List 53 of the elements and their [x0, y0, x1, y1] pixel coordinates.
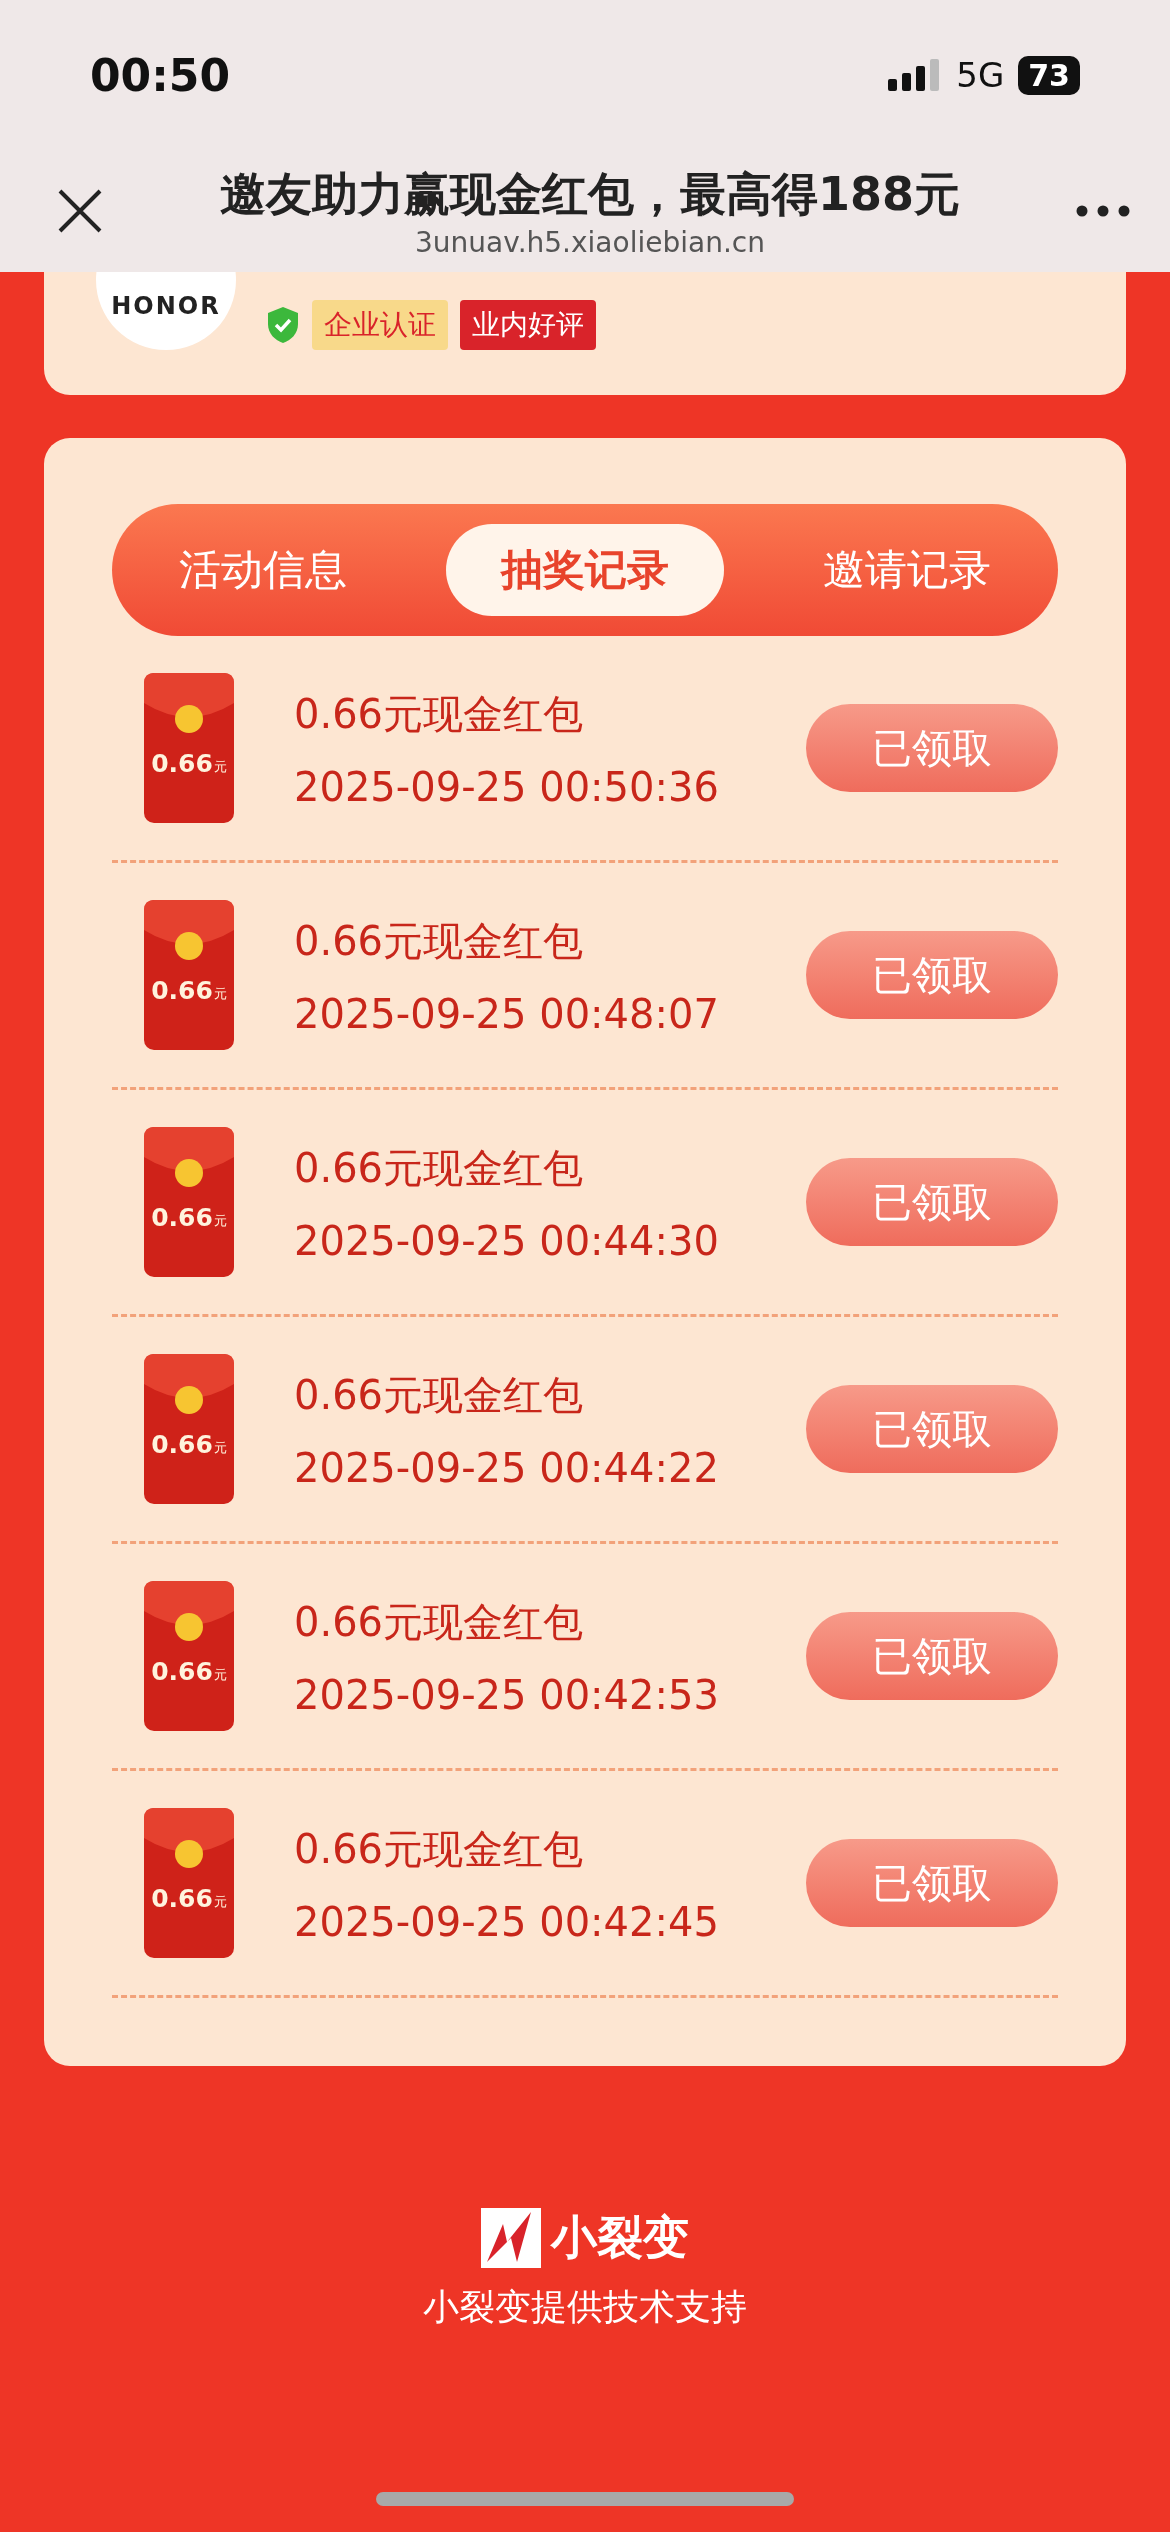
tab[interactable]: 抽奖记录 [446, 524, 724, 616]
lightning-logo-icon [481, 2207, 541, 2268]
envelope-icon [144, 1127, 234, 1277]
envelope-unit: 元 [213, 1666, 227, 1684]
record-time: 2025-09-25 00:50:36 [294, 763, 720, 810]
envelope-amount: 0.66 [151, 1429, 213, 1459]
status-time: 00:50 [90, 49, 231, 101]
envelope-icon [144, 900, 234, 1050]
close-button[interactable] [56, 187, 104, 235]
envelope-unit: 元 [213, 1893, 227, 1911]
record-time: 2025-09-25 00:44:30 [294, 1217, 720, 1264]
page-url: 3unuav.h5.xiaoliebian.cn [415, 225, 765, 259]
envelope-amount: 0.66 [151, 1883, 213, 1913]
brand-badge: 企业认证 [312, 300, 448, 350]
claimed-button[interactable]: 已领取 [806, 1158, 1058, 1246]
brand-badge: 业内好评 [460, 300, 596, 350]
footer-brand: 小裂变 [551, 2208, 689, 2266]
record-title: 0.66元现金红包 [294, 1370, 585, 1420]
logo-text: HONOR [111, 292, 221, 320]
envelope-icon [144, 673, 234, 823]
record-title: 0.66元现金红包 [294, 689, 585, 739]
more-button[interactable] [1076, 205, 1130, 217]
shield-check-icon [266, 306, 300, 344]
envelope-icon [144, 1581, 234, 1731]
record-title: 0.66元现金红包 [294, 916, 585, 966]
envelope-amount: 0.66 [151, 975, 213, 1005]
record-time: 2025-09-25 00:44:22 [294, 1444, 720, 1491]
tab[interactable]: 活动信息 [124, 524, 402, 616]
tab[interactable]: 邀请记录 [768, 524, 1046, 616]
record-title: 0.66元现金红包 [294, 1143, 585, 1193]
envelope-amount: 0.66 [151, 1656, 213, 1686]
claimed-button[interactable]: 已领取 [806, 931, 1058, 1019]
claimed-button[interactable]: 已领取 [806, 1385, 1058, 1473]
record-title: 0.66元现金红包 [294, 1824, 585, 1874]
envelope-icon [144, 1808, 234, 1958]
record-time: 2025-09-25 00:48:07 [294, 990, 720, 1037]
claimed-button[interactable]: 已领取 [806, 704, 1058, 792]
page-title: 邀友助力赢现金红包，最高得188元 [220, 165, 960, 223]
envelope-amount: 0.66 [151, 748, 213, 778]
network-label: 5G [956, 55, 1005, 95]
envelope-unit: 元 [213, 1212, 227, 1230]
envelope-amount: 0.66 [151, 1202, 213, 1232]
claimed-button[interactable]: 已领取 [806, 1839, 1058, 1927]
claimed-button[interactable]: 已领取 [806, 1612, 1058, 1700]
battery-level: 73 [1018, 55, 1080, 95]
envelope-unit: 元 [213, 758, 227, 776]
envelope-icon [144, 1354, 234, 1504]
footer-text: 小裂变提供技术支持 [423, 2284, 747, 2329]
envelope-unit: 元 [213, 1439, 227, 1457]
record-title: 0.66元现金红包 [294, 1597, 585, 1647]
record-time: 2025-09-25 00:42:53 [294, 1671, 720, 1718]
envelope-unit: 元 [213, 985, 227, 1003]
record-time: 2025-09-25 00:42:45 [294, 1898, 720, 1945]
